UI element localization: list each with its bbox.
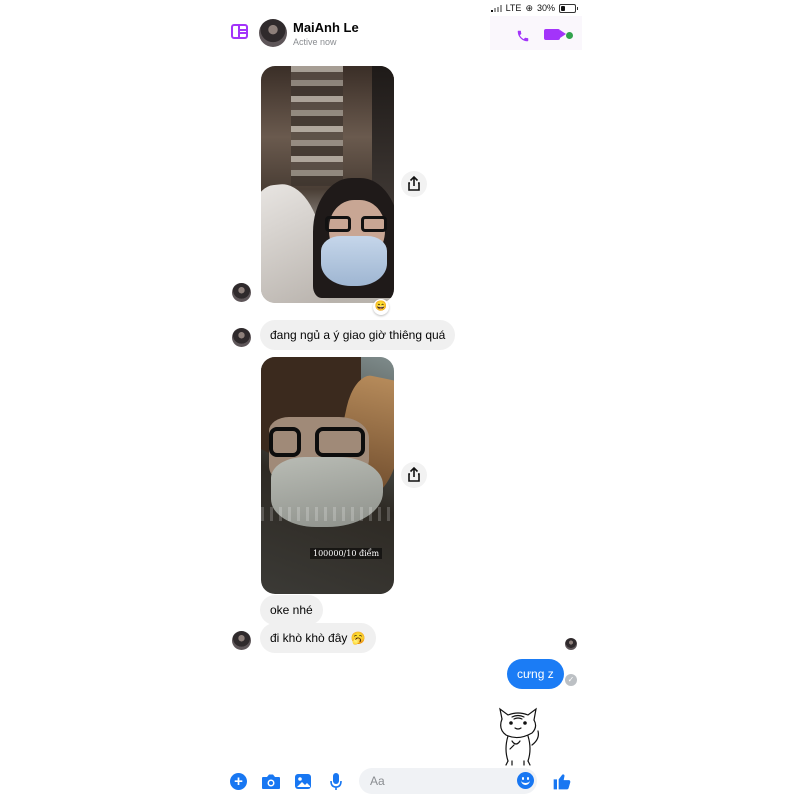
sent-check-icon: ✓ bbox=[565, 674, 577, 686]
status-bar: LTE ⊕ 30% bbox=[490, 2, 582, 14]
thumbs-up-icon[interactable] bbox=[552, 771, 572, 791]
message-bubble[interactable]: oke nhé bbox=[260, 595, 323, 625]
chat-screen: LTE ⊕ 30% MaiAnh Le Active now 😄 đang ng… bbox=[220, 0, 582, 800]
contact-avatar[interactable] bbox=[259, 19, 287, 47]
sender-avatar[interactable] bbox=[232, 328, 251, 347]
message-input[interactable]: Aa bbox=[359, 768, 537, 794]
message-input-placeholder: Aa bbox=[370, 774, 385, 788]
camera-icon[interactable] bbox=[261, 773, 281, 790]
sidebar-toggle-icon[interactable] bbox=[231, 24, 248, 39]
online-indicator bbox=[566, 32, 573, 39]
emoji-icon[interactable] bbox=[517, 772, 534, 789]
contact-name[interactable]: MaiAnh Le bbox=[293, 20, 359, 35]
composer-bar: + Aa bbox=[220, 764, 582, 798]
cat-sticker[interactable] bbox=[492, 705, 544, 767]
share-icon bbox=[408, 466, 420, 482]
share-icon bbox=[408, 175, 420, 191]
photo-message[interactable]: 100000/10 điểm bbox=[261, 357, 394, 594]
call-actions bbox=[490, 16, 582, 50]
phone-call-icon[interactable] bbox=[516, 29, 530, 43]
more-actions-plus-icon[interactable]: + bbox=[230, 773, 247, 790]
read-receipt-avatar bbox=[565, 638, 577, 650]
chat-header: MaiAnh Le Active now bbox=[220, 14, 582, 54]
message-bubble[interactable]: đi khò khò đây 🥱 bbox=[260, 623, 376, 653]
photo-caption: 100000/10 điểm bbox=[310, 548, 383, 559]
share-button[interactable] bbox=[401, 462, 427, 488]
share-button[interactable] bbox=[401, 171, 427, 197]
message-bubble[interactable]: đang ngủ a ý giao giờ thiêng quá bbox=[260, 320, 456, 350]
battery-icon bbox=[559, 3, 578, 13]
sender-avatar[interactable] bbox=[232, 283, 251, 302]
active-status: Active now bbox=[293, 37, 337, 47]
sent-message-bubble[interactable]: cưng z bbox=[507, 659, 564, 689]
network-label: LTE bbox=[505, 3, 522, 13]
video-call-icon[interactable] bbox=[544, 29, 560, 40]
alarm-icon: ⊕ bbox=[525, 2, 533, 13]
microphone-icon[interactable] bbox=[330, 772, 342, 791]
signal-icon bbox=[490, 4, 502, 12]
sender-avatar[interactable] bbox=[232, 631, 251, 650]
battery-percent: 30% bbox=[536, 3, 555, 13]
reaction-emoji[interactable]: 😄 bbox=[373, 299, 389, 315]
photo-message[interactable] bbox=[261, 66, 394, 303]
gallery-icon[interactable] bbox=[294, 773, 312, 790]
battery-fill bbox=[561, 5, 565, 11]
